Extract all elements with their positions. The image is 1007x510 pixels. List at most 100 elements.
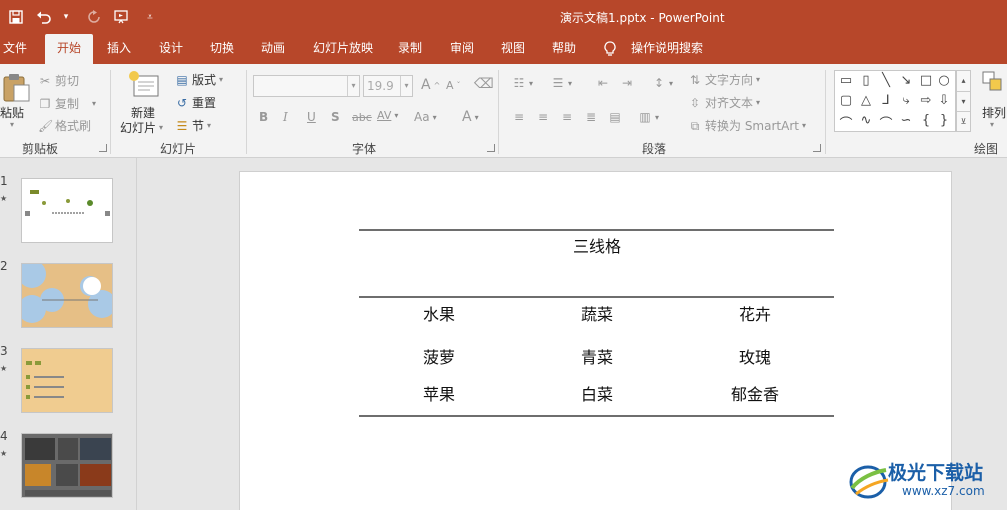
copy-button[interactable]: ❐ 复制 ▾ [38,95,96,112]
rectangle-shape-icon[interactable]: □ [917,73,935,88]
underline-button[interactable]: U [307,110,316,124]
tab-file[interactable]: 文件 [0,34,30,64]
columns-button[interactable]: ▥ ▾ [638,110,659,124]
table-cell[interactable]: 玫瑰 [685,344,825,368]
slide-thumbnails-panel[interactable]: 1 ★ 2 3 ★ 4 ★ [0,158,137,510]
justify-icon[interactable]: ≣ [584,110,598,124]
font-name-field[interactable]: ▾ [253,75,360,97]
tab-animations[interactable]: 动画 [256,34,290,64]
table-header-cell[interactable]: 蔬菜 [527,301,667,325]
clipboard-launcher-icon[interactable] [99,144,107,152]
vertical-textbox-shape-icon[interactable]: ▯ [857,73,875,88]
shapes-gallery[interactable]: ▭ ▯ ╲ ↘ □ ○ ▢ △ ⅃ ⤷ ⇨ ⇩ ⌒ ∿ ⌒ ∽ { } [834,70,956,132]
paste-dropdown-icon[interactable]: ▾ [10,120,14,129]
align-right-icon[interactable]: ≡ [560,110,574,124]
change-case-button[interactable]: Aa ▾ [414,110,437,124]
scribble-shape-icon[interactable]: ∿ [857,113,875,128]
font-launcher-icon[interactable] [487,144,495,152]
gallery-down-icon[interactable]: ▾ [957,91,970,111]
tab-slideshow[interactable]: 幻灯片放映 [307,34,379,64]
left-brace-shape-icon[interactable]: { [917,113,935,128]
table-cell[interactable]: 青菜 [527,344,667,368]
tab-review[interactable]: 审阅 [445,34,479,64]
tab-transitions[interactable]: 切换 [205,34,239,64]
curve-shape-icon[interactable]: ∽ [897,113,915,128]
undo-dropdown-icon[interactable]: ▾ [56,6,76,28]
numbering-button[interactable]: ☰ ▾ [551,76,572,90]
increase-indent-icon[interactable]: ⇥ [620,76,634,90]
arrange-button[interactable]: 排列 [982,104,1006,121]
convert-smartart-button[interactable]: ⧉ 转换为 SmartArt ▾ [688,117,806,134]
slide-thumbnail-4[interactable] [21,433,113,498]
decrease-indent-icon[interactable]: ⇤ [596,76,610,90]
arrange-dropdown-icon[interactable]: ▾ [990,120,994,129]
cut-button[interactable]: ✂ 剪切 [38,72,79,89]
new-slide-button[interactable]: 幻灯片 ▾ [120,119,163,136]
distributed-icon[interactable]: ▤ [608,110,622,124]
gallery-more-icon[interactable]: ⊻ [957,111,970,131]
arrange-icon[interactable] [982,70,1004,94]
strikethrough-button[interactable]: abc [352,111,372,124]
slide-thumbnail-3[interactable] [21,348,113,413]
italic-button[interactable]: I [283,110,288,124]
align-center-icon[interactable]: ≡ [536,110,550,124]
align-text-button[interactable]: ⇳ 对齐文本 ▾ [688,94,760,111]
tab-help[interactable]: 帮助 [547,34,581,64]
start-from-beginning-icon[interactable] [112,6,132,28]
elbow-arrow-shape-icon[interactable]: ⤷ [897,93,915,108]
right-brace-shape-icon[interactable]: } [935,113,953,128]
tab-design[interactable]: 设计 [154,34,188,64]
down-arrow-shape-icon[interactable]: ⇩ [935,93,953,108]
tell-me-search[interactable]: 操作说明搜索 [628,34,706,64]
paste-button[interactable]: 粘贴 [0,104,24,121]
shapes-gallery-scroll[interactable]: ▴ ▾ ⊻ [956,70,971,132]
font-size-dropdown-icon[interactable]: ▾ [400,76,412,96]
table-header-cell[interactable]: 水果 [369,301,509,325]
customize-toolbar-icon[interactable]: ⩡ [140,6,160,28]
tab-record[interactable]: 录制 [393,34,427,64]
section-button[interactable]: ☰ 节 ▾ [175,117,211,134]
format-painter-button[interactable]: 🖌 格式刷 [38,117,91,134]
rounded-rectangle-shape-icon[interactable]: ▢ [837,93,855,108]
right-arrow-shape-icon[interactable]: ⇨ [917,93,935,108]
character-spacing-button[interactable]: AV ▾ [377,109,398,122]
new-slide-icon[interactable] [128,70,160,98]
arc-shape-icon[interactable]: ⌒ [877,113,895,132]
paste-icon[interactable] [2,72,32,102]
table-cell[interactable]: 苹果 [369,381,509,405]
undo-icon[interactable] [34,6,54,28]
line-shape-icon[interactable]: ╲ [877,73,895,88]
align-left-icon[interactable]: ≡ [512,110,526,124]
layout-button[interactable]: ▤ 版式 ▾ [175,71,223,88]
reset-button[interactable]: ↺ 重置 [175,94,216,111]
save-icon[interactable] [6,6,26,28]
table-cell[interactable]: 白菜 [527,381,667,405]
table-cell[interactable]: 郁金香 [685,381,825,405]
elbow-connector-shape-icon[interactable]: ⅃ [877,93,895,108]
bold-button[interactable]: B [259,110,268,124]
tab-view[interactable]: 视图 [496,34,530,64]
clear-formatting-icon[interactable]: ⌫ [474,76,494,92]
shadow-button[interactable]: S [331,110,340,124]
table-cell[interactable]: 菠萝 [369,344,509,368]
freeform-shape-icon[interactable]: ⌒ [837,113,855,132]
shrink-font-button[interactable]: Aˇ [446,79,461,92]
grow-font-button[interactable]: A ^ [421,77,440,93]
arrow-line-shape-icon[interactable]: ↘ [897,73,915,88]
table-header-cell[interactable]: 花卉 [685,301,825,325]
bullets-button[interactable]: ☷ ▾ [512,76,533,90]
redo-icon[interactable] [84,6,104,28]
text-direction-button[interactable]: ⇅ 文字方向 ▾ [688,71,760,88]
gallery-up-icon[interactable]: ▴ [957,71,970,91]
paragraph-launcher-icon[interactable] [813,144,821,152]
font-size-field[interactable]: 19.9 ▾ [363,75,413,97]
tab-insert[interactable]: 插入 [102,34,136,64]
slide-thumbnail-1[interactable] [21,178,113,243]
font-name-dropdown-icon[interactable]: ▾ [347,76,359,96]
triangle-shape-icon[interactable]: △ [857,93,875,108]
font-color-button[interactable]: A ▾ [462,109,479,125]
textbox-shape-icon[interactable]: ▭ [837,73,855,88]
table-caption[interactable]: 三线格 [527,233,667,257]
slide-thumbnail-2[interactable] [21,263,113,328]
tab-home[interactable]: 开始 [45,34,93,64]
